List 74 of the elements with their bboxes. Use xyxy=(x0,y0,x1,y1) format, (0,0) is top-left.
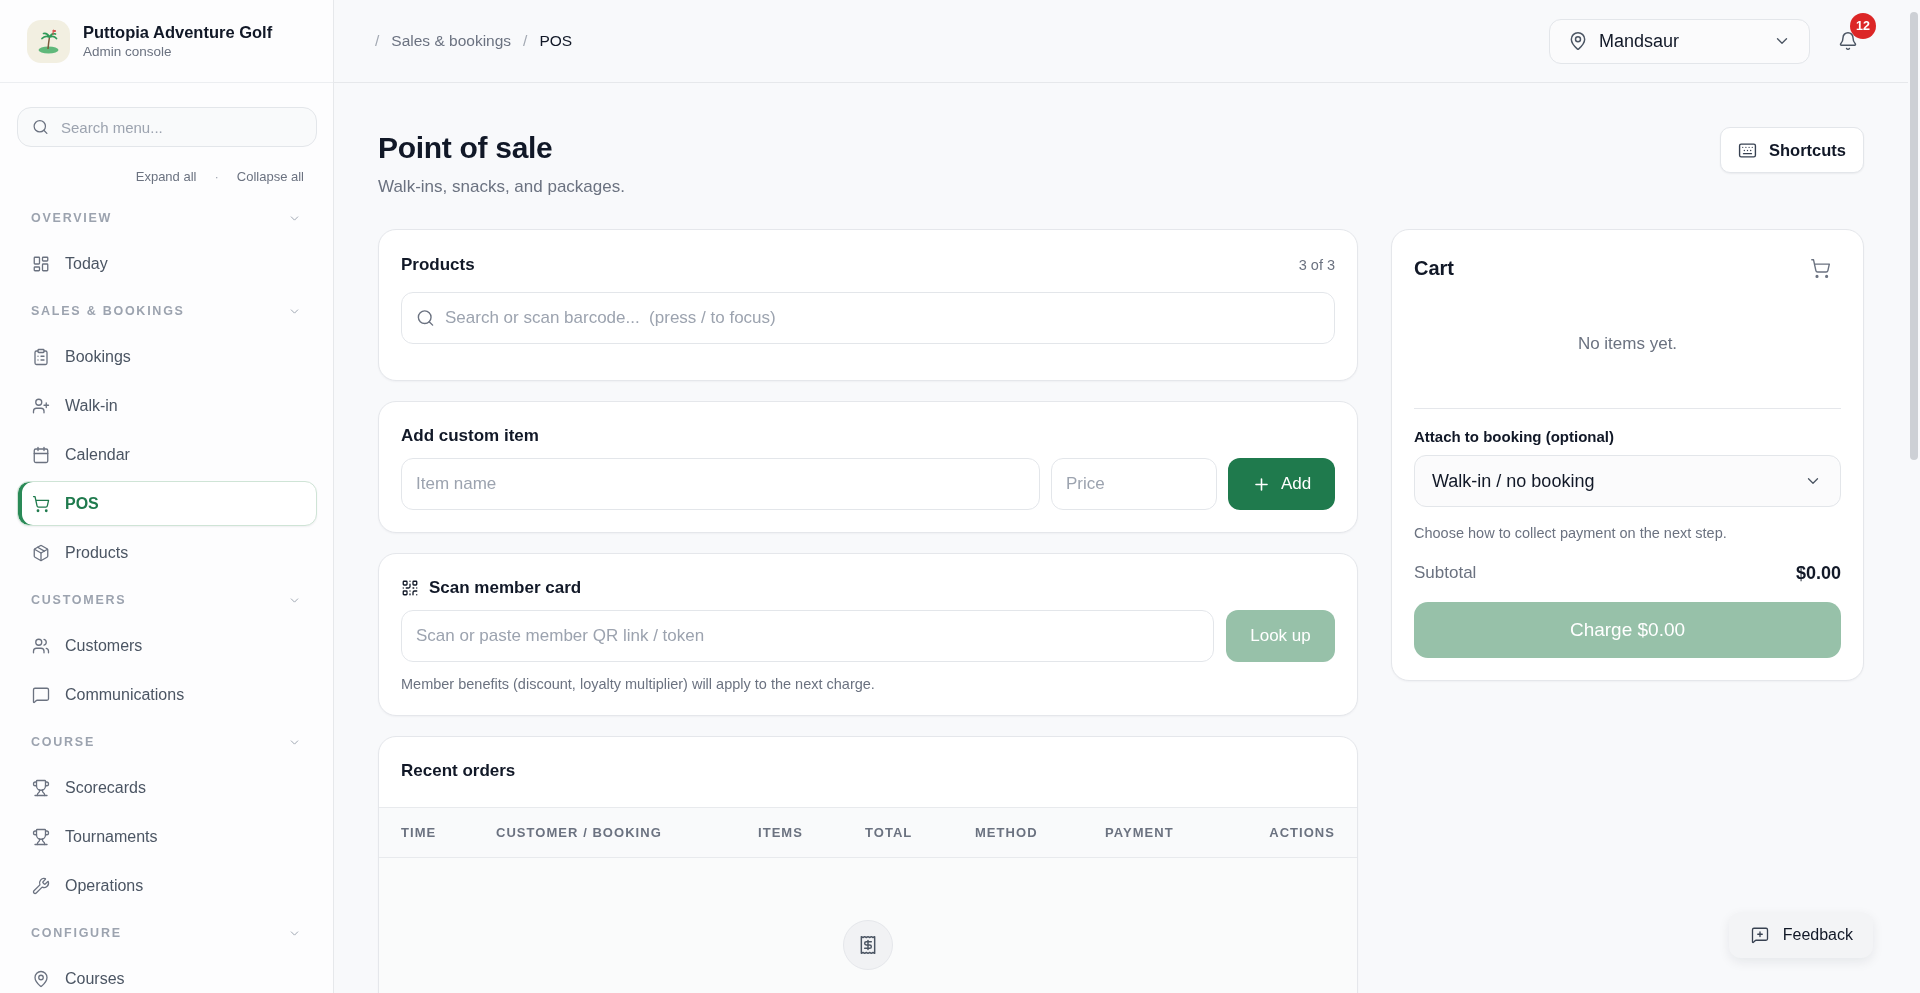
breadcrumb-current: POS xyxy=(539,32,573,50)
price-field[interactable]: Price xyxy=(1051,458,1217,510)
sidebar-item[interactable]: Scorecards xyxy=(17,765,317,810)
trophy-icon xyxy=(32,827,50,846)
product-search-field[interactable]: Search or scan barcode... (press / to focus) xyxy=(401,292,1335,344)
column-header: METHOD xyxy=(975,825,1039,840)
menu-search-field[interactable]: Search menu... xyxy=(17,107,317,147)
qr-code-icon xyxy=(401,579,419,597)
breadcrumb-separator: / xyxy=(375,32,380,50)
sidebar-item[interactable]: Calendar xyxy=(17,432,317,477)
column-header: ITEMS xyxy=(758,825,804,840)
item-name-field[interactable]: Item name xyxy=(401,458,1040,510)
notification-badge: 12 xyxy=(1850,13,1876,39)
column-header: CUSTOMER / BOOKING xyxy=(496,825,663,840)
clipboard-icon xyxy=(32,347,50,366)
map-pin-icon xyxy=(32,969,50,988)
map-pin-icon xyxy=(1568,31,1588,51)
package-icon xyxy=(32,543,50,562)
app-subtitle: Admin console xyxy=(83,44,173,59)
chat-bubble-icon xyxy=(32,685,50,704)
column-header: TIME xyxy=(401,825,438,840)
sidebar-item[interactable]: Walk-in xyxy=(17,383,317,428)
column-header: ACTIONS xyxy=(1269,825,1335,840)
sidebar-item[interactable]: Bookings xyxy=(17,334,317,379)
keyboard-icon xyxy=(1738,140,1757,160)
calendar-icon xyxy=(32,445,50,464)
dashboard-icon xyxy=(32,254,50,273)
breadcrumb-link[interactable]: Sales & bookings xyxy=(391,32,512,50)
cart-icon xyxy=(1810,257,1831,279)
location-select[interactable]: Mandsaur xyxy=(1549,18,1810,64)
cart-icon xyxy=(32,494,50,513)
sidebar-item[interactable]: Communications xyxy=(17,672,317,717)
sidebar-item[interactable]: Products xyxy=(17,530,317,575)
breadcrumb-separator: / xyxy=(523,32,528,50)
subtotal-value: $0.00 xyxy=(1795,562,1841,584)
subtotal-label: Subtotal xyxy=(1414,563,1477,583)
feedback-button[interactable]: Feedback xyxy=(1728,912,1873,958)
add-button[interactable]: Add xyxy=(1228,458,1335,510)
bell-icon[interactable] xyxy=(1838,31,1858,51)
app-name: Puttopia Adventure Golf xyxy=(83,23,273,42)
receipt-icon xyxy=(843,920,893,970)
sidebar-item[interactable]: Today xyxy=(17,241,317,286)
sidebar-item[interactable]: Tournaments xyxy=(17,814,317,859)
user-plus-icon xyxy=(32,396,50,415)
sidebar-item[interactable]: Customers xyxy=(17,623,317,668)
member-benefits-note: Member benefits (discount, loyalty multiplier) will apply to the next charge. xyxy=(401,675,876,693)
member-token-field[interactable]: Scan or paste member QR link / token xyxy=(401,610,1214,662)
page-subtitle: Walk-ins, snacks, and packages. xyxy=(378,176,625,198)
payment-hint: Choose how to collect payment on the next step. xyxy=(1414,524,1728,543)
message-plus-icon xyxy=(1750,926,1769,944)
separator: · xyxy=(214,169,219,184)
field-label: Attach to booking (optional) xyxy=(1414,427,1615,447)
page-title: Point of sale xyxy=(378,130,554,166)
booking-select[interactable]: Walk-in / no booking xyxy=(1414,455,1841,507)
sidebar-item[interactable]: POS xyxy=(17,481,317,526)
sidebar-item[interactable]: Operations xyxy=(17,863,317,908)
collapse-all-link[interactable]: Collapse all xyxy=(236,169,304,184)
sidebar-item[interactable]: Courses xyxy=(17,956,317,993)
expand-all-link[interactable]: Expand all xyxy=(135,169,197,184)
card-title: Products xyxy=(401,254,475,276)
card-title: Cart xyxy=(1414,256,1454,280)
column-header: PAYMENT xyxy=(1105,825,1175,840)
shortcuts-button[interactable]: Shortcuts xyxy=(1720,127,1864,173)
product-count: 3 of 3 xyxy=(1298,257,1335,273)
palm-island-logo xyxy=(27,19,70,63)
card-title: Recent orders xyxy=(401,760,517,782)
card-title: Scan member card xyxy=(429,577,582,599)
empty-cart-message: No items yet. xyxy=(1577,333,1678,355)
trophy-icon xyxy=(32,778,50,797)
wrench-icon xyxy=(32,876,50,895)
scrollbar-thumb[interactable] xyxy=(1910,12,1918,460)
card-title: Add custom item xyxy=(401,425,540,447)
column-header: TOTAL xyxy=(865,825,914,840)
users-icon xyxy=(32,636,50,655)
